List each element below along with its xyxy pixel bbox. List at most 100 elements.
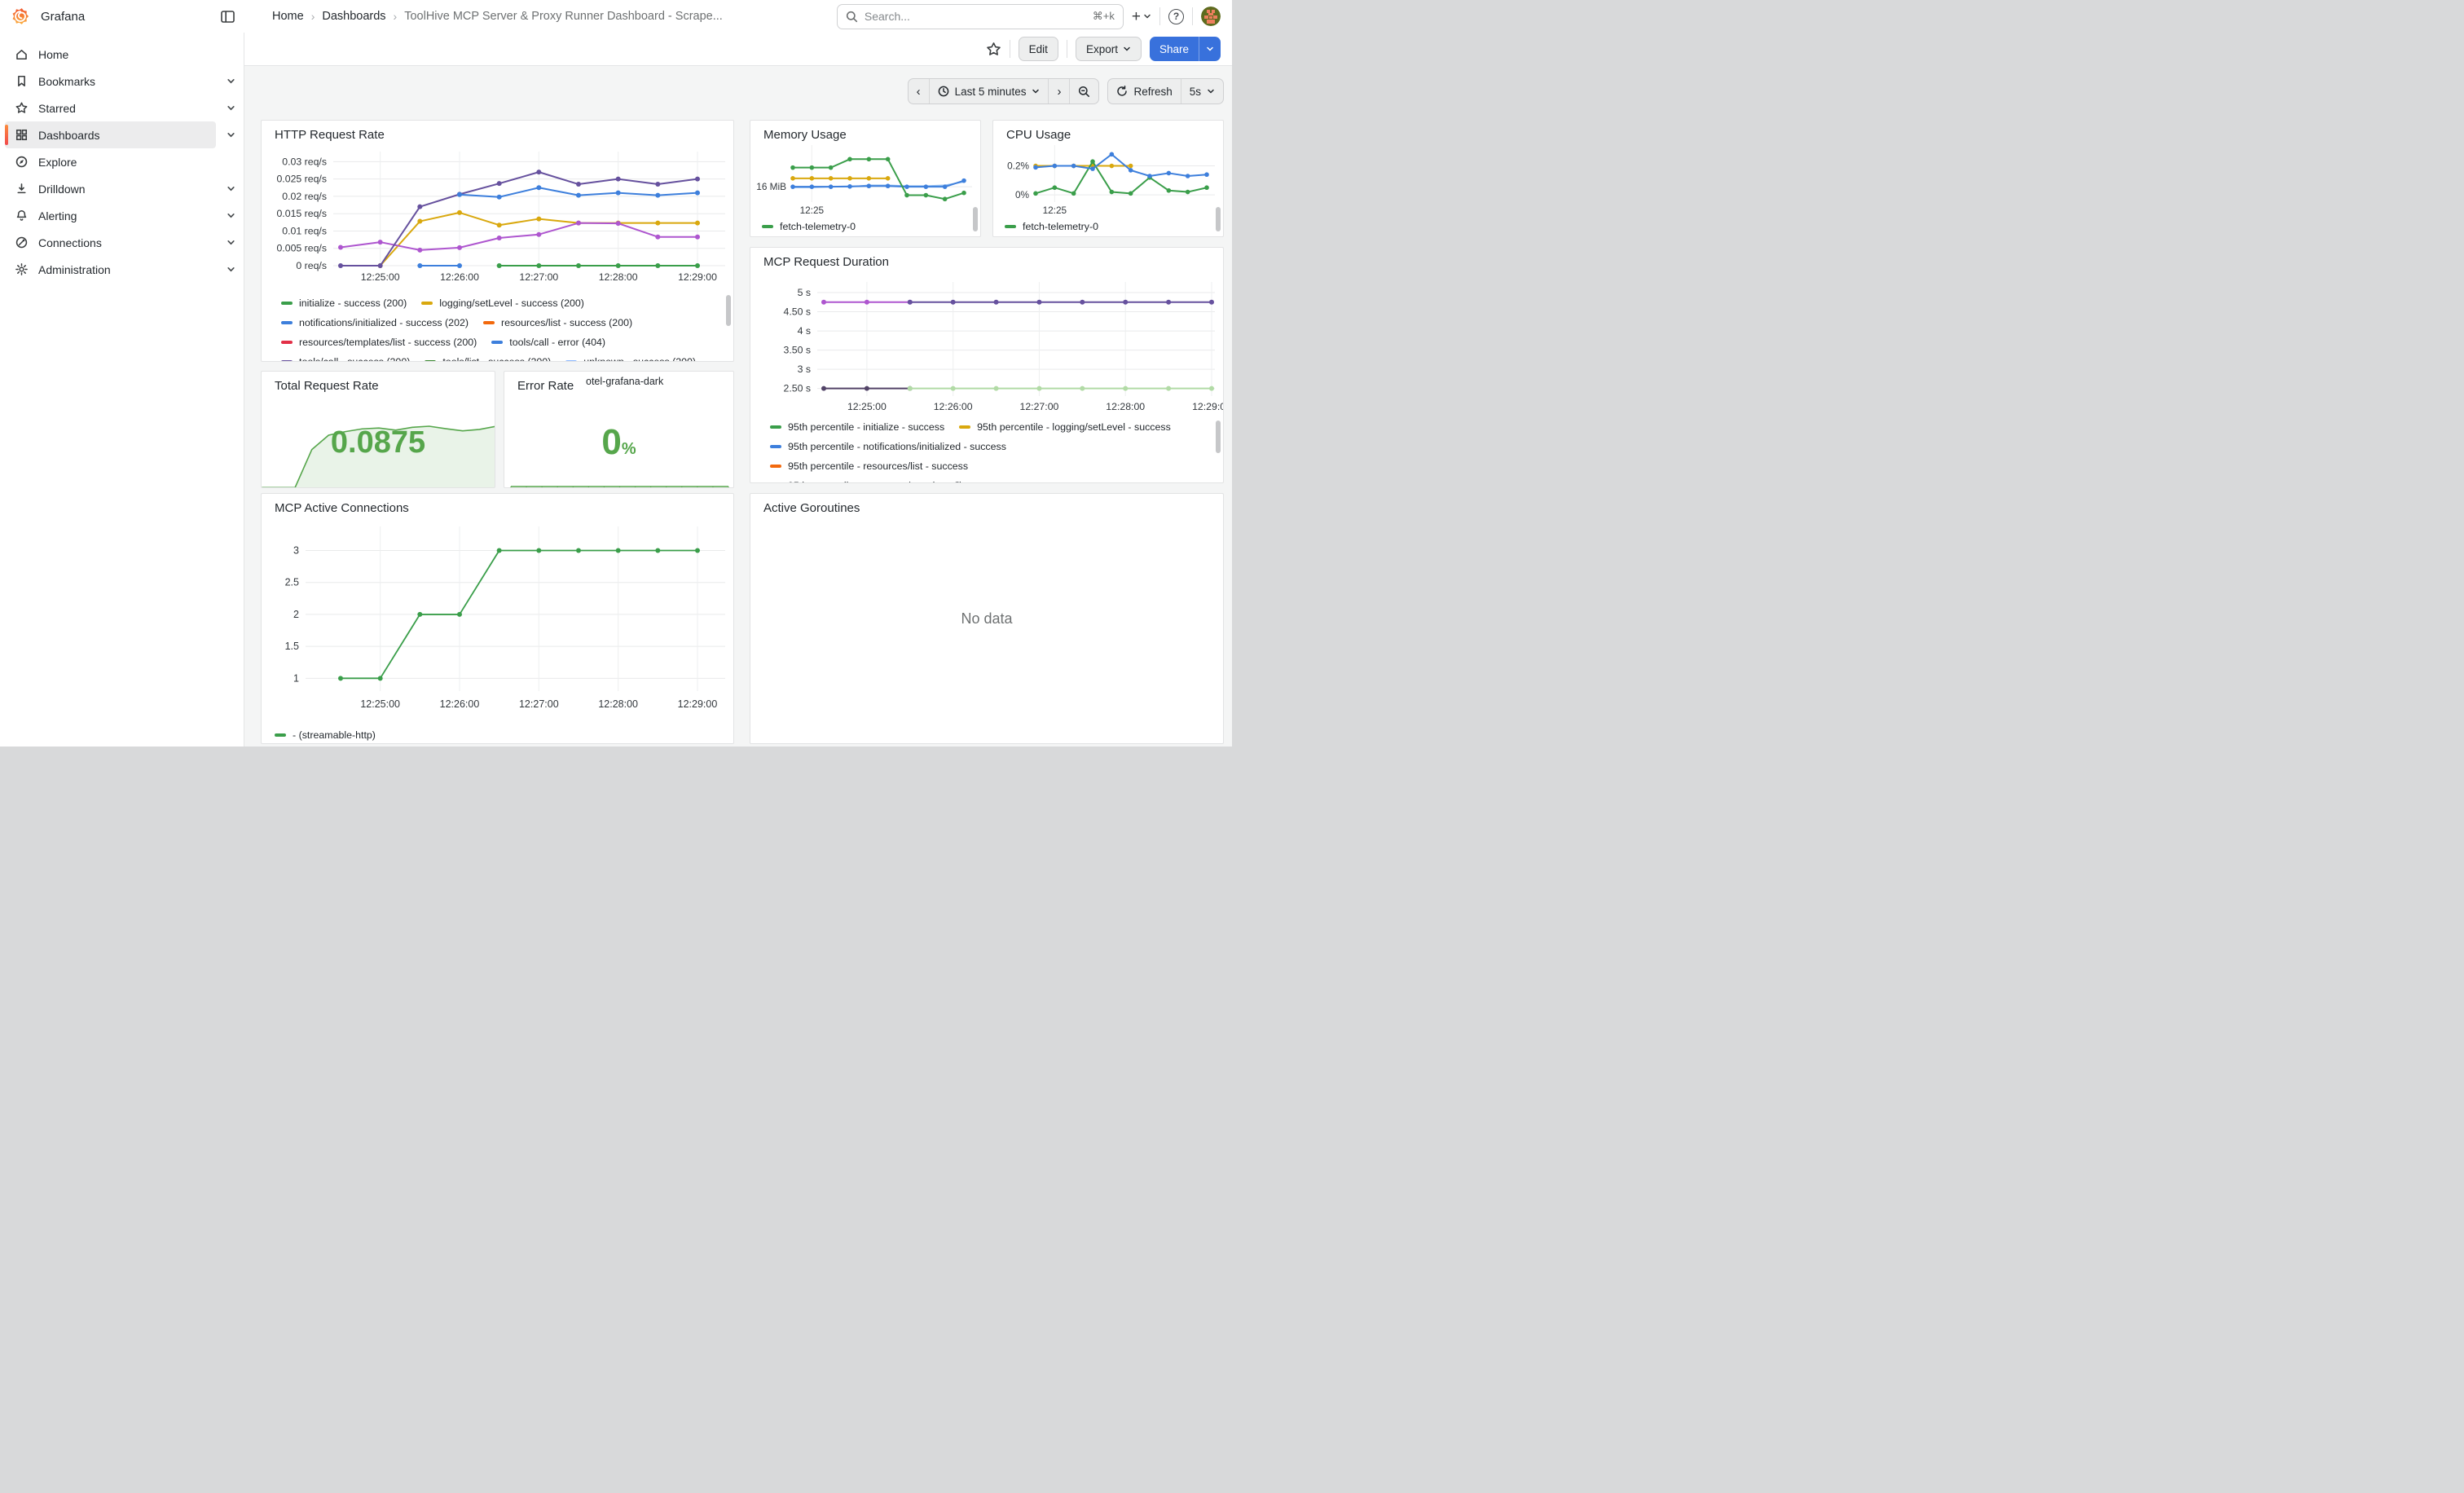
divider bbox=[1192, 7, 1193, 25]
time-back-button[interactable]: ‹ bbox=[909, 79, 929, 103]
chevron-down-icon[interactable] bbox=[227, 77, 235, 86]
panel-title[interactable]: HTTP Request Rate bbox=[275, 128, 385, 142]
svg-text:3 s: 3 s bbox=[798, 363, 811, 375]
svg-text:16 MiB: 16 MiB bbox=[756, 181, 786, 192]
panel-total-request-rate: Total Request Rate 0.0875 bbox=[261, 371, 495, 488]
panel-title[interactable]: MCP Active Connections bbox=[275, 501, 409, 515]
sidebar-toggle-icon[interactable] bbox=[221, 11, 235, 23]
legend-item[interactable]: tools/call - success (200) bbox=[281, 356, 410, 362]
favorite-star-button[interactable] bbox=[986, 42, 1001, 57]
chevron-down-icon[interactable] bbox=[227, 265, 235, 274]
legend-item[interactable]: tools/list - success (200) bbox=[425, 356, 551, 362]
search-input[interactable]: Search... ⌘+k bbox=[837, 4, 1124, 29]
help-button[interactable]: ? bbox=[1168, 9, 1184, 24]
sidebar-item-bookmarks[interactable]: Bookmarks bbox=[5, 68, 216, 95]
panel-title[interactable]: Active Goroutines bbox=[763, 501, 860, 515]
chevron-down-icon bbox=[1143, 12, 1151, 20]
time-forward-button[interactable]: › bbox=[1048, 79, 1069, 103]
user-avatar[interactable] bbox=[1201, 7, 1221, 26]
svg-text:0.02 req/s: 0.02 req/s bbox=[282, 191, 327, 202]
sidebar-item-drilldown[interactable]: Drilldown bbox=[5, 175, 216, 202]
time-range-picker[interactable]: Last 5 minutes bbox=[929, 79, 1049, 103]
legend-item[interactable]: fetch-telemetry-0 bbox=[1005, 221, 1098, 232]
sidebar-item-alerting[interactable]: Alerting bbox=[5, 202, 216, 229]
panel-title[interactable]: Memory Usage bbox=[763, 128, 847, 142]
sidebar-item-label: Starred bbox=[38, 102, 76, 115]
chevron-down-icon[interactable] bbox=[227, 238, 235, 247]
legend-item[interactable]: logging/setLevel - success (200) bbox=[421, 297, 584, 309]
legend-item[interactable]: 95th percentile - resources/templates/li… bbox=[770, 480, 1014, 483]
legend-scrollbar[interactable] bbox=[973, 207, 978, 231]
svg-text:12:25:00: 12:25:00 bbox=[360, 698, 400, 710]
gear-icon bbox=[15, 262, 29, 276]
legend-item[interactable]: notifications/initialized - success (202… bbox=[281, 317, 469, 328]
legend-item[interactable]: unknown - success (200) bbox=[565, 356, 696, 362]
panel-title[interactable]: Error Rate bbox=[517, 379, 574, 393]
legend-item[interactable]: tools/call - error (404) bbox=[491, 337, 605, 348]
legend-item[interactable]: initialize - success (200) bbox=[281, 297, 407, 309]
svg-text:4 s: 4 s bbox=[798, 325, 811, 337]
edit-button[interactable]: Edit bbox=[1019, 37, 1058, 61]
svg-text:0.015 req/s: 0.015 req/s bbox=[276, 208, 327, 219]
bell-icon bbox=[15, 209, 29, 222]
chevron-down-icon[interactable] bbox=[227, 184, 235, 193]
svg-text:12:26:00: 12:26:00 bbox=[440, 271, 479, 283]
sidebar-item-connections[interactable]: Connections bbox=[5, 229, 216, 256]
legend-item[interactable]: 95th percentile - logging/setLevel - suc… bbox=[959, 421, 1171, 433]
legend-item[interactable]: resources/list - success (200) bbox=[483, 317, 632, 328]
chart-legend: fetch-telemetry-0 bbox=[762, 217, 870, 236]
chevron-down-icon[interactable] bbox=[227, 103, 235, 112]
svg-text:12:26:00: 12:26:00 bbox=[934, 401, 973, 412]
share-menu-button[interactable] bbox=[1199, 37, 1221, 61]
add-button[interactable]: + bbox=[1132, 9, 1151, 24]
refresh-button[interactable]: Refresh bbox=[1108, 79, 1180, 103]
panel-title[interactable]: CPU Usage bbox=[1006, 128, 1071, 142]
sidebar: HomeBookmarks Starred Dashboards Explore Dri… bbox=[0, 33, 244, 746]
svg-text:1: 1 bbox=[293, 672, 299, 684]
share-button[interactable]: Share bbox=[1150, 37, 1199, 61]
grafana-logo[interactable] bbox=[11, 7, 29, 25]
sidebar-item-home[interactable]: Home bbox=[5, 41, 216, 68]
zoom-out-button[interactable] bbox=[1069, 79, 1098, 103]
chevron-down-icon[interactable] bbox=[227, 211, 235, 220]
legend-item[interactable]: fetch-telemetry-0 bbox=[762, 221, 856, 232]
time-controls: ‹ Last 5 minutes › Refresh 5s bbox=[908, 78, 1224, 104]
sidebar-item-label: Explore bbox=[38, 156, 77, 169]
legend-item[interactable]: 95th percentile - resources/list - succe… bbox=[770, 460, 968, 472]
svg-text:12:25: 12:25 bbox=[1043, 205, 1067, 216]
legend-scrollbar[interactable] bbox=[1216, 421, 1221, 453]
panel-title[interactable]: Total Request Rate bbox=[275, 379, 379, 393]
clock-icon bbox=[938, 86, 949, 97]
mcp-active-connections-chart[interactable]: 11.522.5312:25:0012:26:0012:27:0012:28:0… bbox=[262, 494, 733, 743]
panel-title[interactable]: MCP Request Duration bbox=[763, 255, 889, 269]
legend-item[interactable]: 95th percentile - initialize - success bbox=[770, 421, 944, 433]
sidebar-item-explore[interactable]: Explore bbox=[5, 148, 216, 175]
breadcrumb-item[interactable]: Home bbox=[272, 10, 304, 23]
refresh-icon bbox=[1116, 86, 1128, 97]
legend-item[interactable]: 95th percentile - notifications/initiali… bbox=[770, 441, 1006, 452]
svg-text:12:27:00: 12:27:00 bbox=[519, 271, 558, 283]
breadcrumb-separator: › bbox=[394, 10, 398, 23]
plug-icon bbox=[15, 236, 29, 249]
breadcrumb: Home›Dashboards›ToolHive MCP Server & Pr… bbox=[272, 10, 837, 23]
sidebar-item-administration[interactable]: Administration bbox=[5, 256, 216, 283]
chevron-down-icon bbox=[1206, 45, 1214, 53]
sidebar-item-starred[interactable]: Starred bbox=[5, 95, 216, 121]
sidebar-item-label: Alerting bbox=[38, 209, 77, 222]
chevron-down-icon[interactable] bbox=[227, 130, 235, 139]
svg-text:12:29:00: 12:29:00 bbox=[678, 698, 718, 710]
refresh-interval-picker[interactable]: 5s bbox=[1181, 79, 1223, 103]
drilldown-icon bbox=[15, 182, 29, 196]
bookmark-icon bbox=[15, 74, 29, 88]
export-button[interactable]: Export bbox=[1076, 37, 1142, 61]
zoom-out-icon bbox=[1078, 86, 1090, 98]
sidebar-item-dashboards[interactable]: Dashboards bbox=[5, 121, 216, 148]
sidebar-item-label: Dashboards bbox=[38, 129, 100, 142]
legend-item[interactable]: resources/templates/list - success (200) bbox=[281, 337, 477, 348]
svg-text:2: 2 bbox=[293, 609, 299, 620]
legend-item[interactable]: - (streamable-http) bbox=[275, 729, 376, 741]
breadcrumb-item[interactable]: Dashboards bbox=[322, 10, 385, 23]
legend-scrollbar[interactable] bbox=[726, 295, 731, 326]
legend-scrollbar[interactable] bbox=[1216, 207, 1221, 231]
stat-value: 0.0875 bbox=[262, 425, 495, 460]
